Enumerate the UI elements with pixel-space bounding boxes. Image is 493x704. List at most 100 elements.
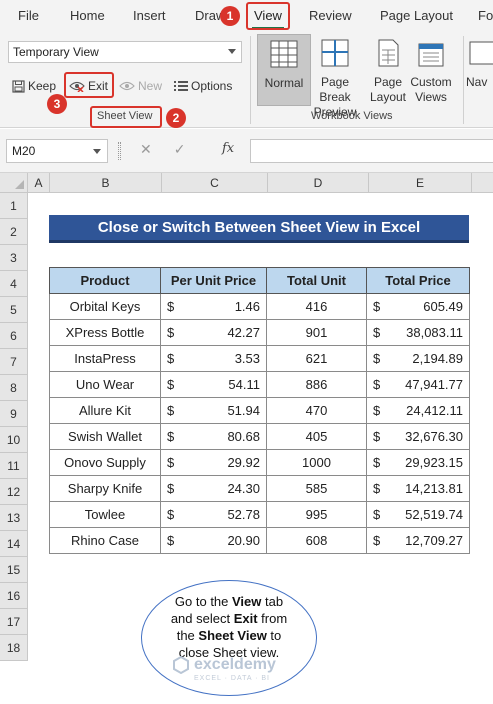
total-price-cell[interactable]: $14,213.81 bbox=[366, 475, 470, 502]
unit-price-cell[interactable]: $29.92 bbox=[160, 449, 267, 476]
tab-insert[interactable]: Insert bbox=[133, 8, 166, 23]
row-header[interactable]: 15 bbox=[0, 557, 28, 583]
options-button[interactable]: Options bbox=[174, 76, 232, 96]
name-box[interactable]: M20 bbox=[6, 139, 108, 163]
chevron-down-icon[interactable] bbox=[228, 49, 236, 54]
product-cell[interactable]: Orbital Keys bbox=[49, 293, 161, 320]
row-header[interactable]: 5 bbox=[0, 297, 28, 323]
row-header[interactable]: 6 bbox=[0, 323, 28, 349]
tab-home[interactable]: Home bbox=[70, 8, 105, 23]
row-header[interactable]: 4 bbox=[0, 271, 28, 297]
unit-price-value: 1.46 bbox=[234, 299, 260, 314]
total-unit-cell[interactable]: 901 bbox=[266, 319, 367, 346]
formula-input[interactable] bbox=[250, 139, 493, 163]
sheet-view-combo[interactable]: Temporary View bbox=[8, 41, 242, 63]
total-price-cell[interactable]: $32,676.30 bbox=[366, 423, 470, 450]
total-price-value: 605.49 bbox=[423, 299, 463, 314]
page-break-preview-button[interactable]: Page Break Preview bbox=[305, 34, 365, 119]
total-price-cell[interactable]: $2,194.89 bbox=[366, 345, 470, 372]
product-cell[interactable]: Swish Wallet bbox=[49, 423, 161, 450]
unit-price-cell[interactable]: $42.27 bbox=[160, 319, 267, 346]
product-cell[interactable]: Towlee bbox=[49, 501, 161, 528]
product-cell[interactable]: Rhino Case bbox=[49, 527, 161, 554]
product-cell[interactable]: Sharpy Knife bbox=[49, 475, 161, 502]
row-header[interactable]: 1 bbox=[0, 193, 28, 219]
row-header[interactable]: 10 bbox=[0, 427, 28, 453]
total-unit-cell[interactable]: 886 bbox=[266, 371, 367, 398]
table-row: Orbital Keys $1.46 416 $605.49 bbox=[49, 293, 470, 320]
column-header-e[interactable]: E bbox=[369, 173, 472, 193]
row-header[interactable]: 13 bbox=[0, 505, 28, 531]
total-price-cell[interactable]: $24,412.11 bbox=[366, 397, 470, 424]
row-header[interactable]: 8 bbox=[0, 375, 28, 401]
tab-review[interactable]: Review bbox=[309, 8, 352, 23]
row-header[interactable]: 18 bbox=[0, 635, 28, 661]
tab-draw[interactable]: Draw bbox=[195, 8, 223, 23]
unit-price-cell[interactable]: $3.53 bbox=[160, 345, 267, 372]
column-header-f[interactable] bbox=[472, 173, 493, 193]
total-price-cell[interactable]: $47,941.77 bbox=[366, 371, 470, 398]
row-header[interactable]: 7 bbox=[0, 349, 28, 375]
total-price-cell[interactable]: $29,923.15 bbox=[366, 449, 470, 476]
currency-symbol: $ bbox=[167, 533, 175, 548]
navigation-button[interactable]: Nav bbox=[466, 34, 493, 106]
unit-price-cell[interactable]: $80.68 bbox=[160, 423, 267, 450]
enter-icon[interactable]: ✓ bbox=[174, 141, 186, 158]
tab-page-layout[interactable]: Page Layout bbox=[380, 8, 453, 23]
unit-price-cell[interactable]: $24.30 bbox=[160, 475, 267, 502]
row-header[interactable]: 12 bbox=[0, 479, 28, 505]
currency-symbol: $ bbox=[167, 377, 175, 392]
total-unit-cell[interactable]: 608 bbox=[266, 527, 367, 554]
unit-price-cell[interactable]: $51.94 bbox=[160, 397, 267, 424]
total-price-cell[interactable]: $38,083.11 bbox=[366, 319, 470, 346]
row-header[interactable]: 2 bbox=[0, 219, 28, 245]
tab-formulas[interactable]: Fo bbox=[478, 8, 493, 23]
column-header-b[interactable]: B bbox=[50, 173, 162, 193]
unit-price-cell[interactable]: $54.11 bbox=[160, 371, 267, 398]
total-price-cell[interactable]: $605.49 bbox=[366, 293, 470, 320]
total-unit-cell[interactable]: 585 bbox=[266, 475, 367, 502]
product-cell[interactable]: Uno Wear bbox=[49, 371, 161, 398]
row-header[interactable]: 3 bbox=[0, 245, 28, 271]
row-header[interactable]: 9 bbox=[0, 401, 28, 427]
total-price-cell[interactable]: $52,519.74 bbox=[366, 501, 470, 528]
total-unit-cell[interactable]: 621 bbox=[266, 345, 367, 372]
unit-price-cell[interactable]: $52.78 bbox=[160, 501, 267, 528]
unit-price-cell[interactable]: $1.46 bbox=[160, 293, 267, 320]
select-all-button[interactable] bbox=[0, 173, 28, 193]
product-cell[interactable]: Allure Kit bbox=[49, 397, 161, 424]
total-unit-cell[interactable]: 405 bbox=[266, 423, 367, 450]
tab-file[interactable]: File bbox=[18, 8, 39, 23]
table-row: Onovo Supply $29.92 1000 $29,923.15 bbox=[49, 449, 470, 476]
column-header-a[interactable]: A bbox=[28, 173, 50, 193]
column-header-d[interactable]: D bbox=[268, 173, 369, 193]
product-cell[interactable]: Onovo Supply bbox=[49, 449, 161, 476]
total-unit-cell[interactable]: 416 bbox=[266, 293, 367, 320]
product-cell[interactable]: XPress Bottle bbox=[49, 319, 161, 346]
custom-views-button[interactable]: Custom Views bbox=[408, 34, 454, 106]
product-cell[interactable]: InstaPress bbox=[49, 345, 161, 372]
unit-price-cell[interactable]: $20.90 bbox=[160, 527, 267, 554]
row-header[interactable]: 17 bbox=[0, 609, 28, 635]
total-unit-cell[interactable]: 1000 bbox=[266, 449, 367, 476]
column-header-c[interactable]: C bbox=[162, 173, 268, 193]
cancel-icon[interactable]: ✕ bbox=[140, 141, 152, 158]
row-header[interactable]: 11 bbox=[0, 453, 28, 479]
table-row: Uno Wear $54.11 886 $47,941.77 bbox=[49, 371, 470, 398]
header-total-unit: Total Unit bbox=[266, 267, 367, 294]
resize-handle[interactable] bbox=[118, 142, 121, 160]
group-divider bbox=[463, 36, 464, 124]
total-price-cell[interactable]: $12,709.27 bbox=[366, 527, 470, 554]
total-unit-cell[interactable]: 470 bbox=[266, 397, 367, 424]
insert-function-button[interactable]: fx bbox=[222, 141, 234, 156]
sheet-title: Close or Switch Between Sheet View in Ex… bbox=[49, 215, 469, 243]
normal-view-button[interactable]: Normal bbox=[257, 34, 311, 106]
row-header[interactable]: 14 bbox=[0, 531, 28, 557]
chevron-down-icon[interactable] bbox=[93, 149, 101, 154]
page-layout-button[interactable]: Page Layout bbox=[366, 34, 410, 106]
new-button[interactable]: New bbox=[119, 76, 162, 96]
callout-exit-emph: Exit bbox=[233, 611, 258, 626]
keep-button[interactable]: Keep bbox=[12, 76, 56, 96]
total-unit-cell[interactable]: 995 bbox=[266, 501, 367, 528]
row-header[interactable]: 16 bbox=[0, 583, 28, 609]
